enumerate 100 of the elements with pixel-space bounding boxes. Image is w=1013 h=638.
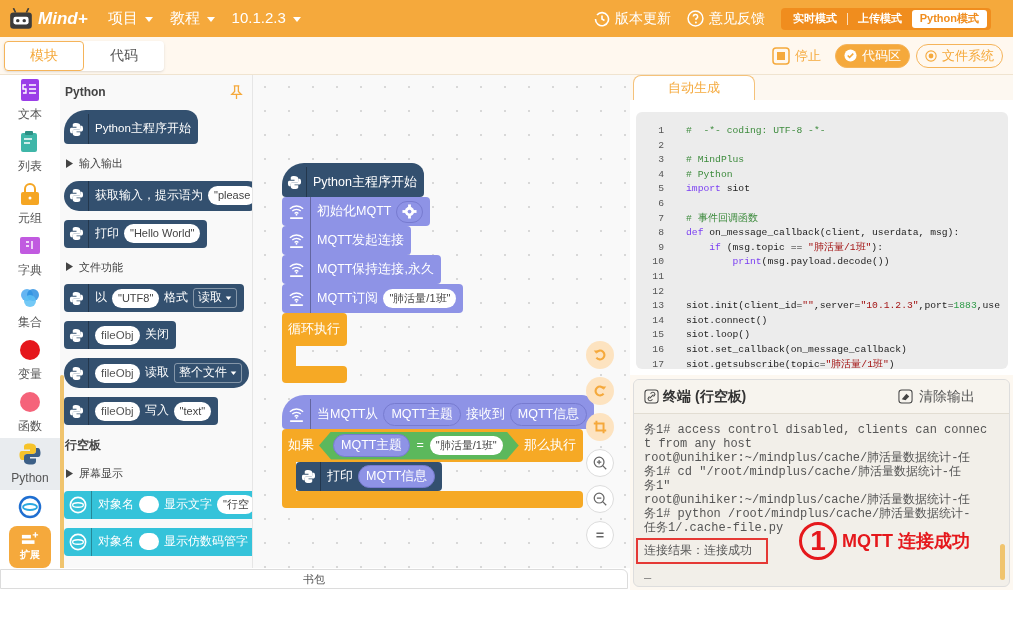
python-logo-icon	[69, 365, 84, 381]
question-icon	[686, 10, 704, 27]
code-block[interactable]: Python主程序开始	[64, 110, 198, 144]
code-block[interactable]: fileObj 关闭	[64, 321, 176, 349]
category-item[interactable]: 变量	[0, 334, 60, 387]
code-block[interactable]: 打印 MQTT信息	[296, 462, 443, 491]
section-label[interactable]: 文件功能	[79, 258, 123, 275]
circle-icon	[18, 389, 42, 414]
robot-logo-icon	[8, 7, 34, 30]
line-number: 6	[657, 196, 665, 211]
section-label[interactable]: 屏幕显示	[79, 465, 123, 482]
zoom-out-icon	[592, 491, 608, 507]
input-slot[interactable]	[139, 496, 159, 513]
stop-icon	[772, 46, 790, 65]
wifi-icon	[287, 261, 306, 278]
scrollbar[interactable]	[1000, 544, 1005, 580]
category-item[interactable]: 列表	[0, 126, 60, 179]
category-item[interactable]: Python	[0, 438, 60, 491]
canvas-tool-button[interactable]	[586, 449, 614, 477]
python-logo-icon	[287, 174, 302, 190]
line-number: 8	[657, 226, 665, 241]
text-input[interactable]: "肺活量/1班"	[429, 436, 503, 455]
palette-heading: 行空板	[65, 437, 101, 454]
code-line: if (msg.topic == "肺活量/1班"):	[708, 240, 883, 255]
line-number: 16	[651, 342, 665, 357]
code-block[interactable]: fileObj 写入 "text"	[64, 397, 219, 425]
wifi-icon	[287, 290, 306, 307]
code-block[interactable]: 对象名 显示文字 "行空	[64, 490, 252, 519]
variable-pill[interactable]: fileObj	[95, 401, 140, 421]
python-logo-icon	[301, 469, 316, 484]
line-number: 1	[657, 124, 665, 138]
category-item[interactable]: 函数	[0, 386, 60, 439]
ring-icon	[69, 532, 87, 551]
variable-pill[interactable]: fileObj	[95, 363, 140, 383]
text-input[interactable]: "text"	[173, 401, 212, 421]
redo-icon	[592, 383, 608, 399]
caret-icon	[229, 370, 237, 376]
category-item[interactable]: 集合	[0, 282, 60, 335]
code-block[interactable]: Python主程序开始	[282, 163, 424, 197]
view-tab[interactable]: 代码	[84, 40, 164, 71]
code-block[interactable]: fileObj 读取 整个文件	[64, 358, 249, 388]
blocks-plus-icon	[21, 532, 39, 545]
line-number: 17	[651, 357, 665, 369]
text-input[interactable]: "行空	[217, 495, 252, 514]
code-block[interactable]: MQTT订阅 "肺活量/1班"	[282, 284, 464, 313]
check-icon	[844, 49, 857, 62]
dropdown[interactable]: 整个文件	[173, 363, 242, 383]
triangle-icon[interactable]	[66, 158, 73, 168]
step-marker: 1	[799, 522, 837, 560]
category-item[interactable]: 元组	[0, 178, 60, 231]
text-input[interactable]: "UTF8"	[112, 288, 160, 308]
line-number: 7	[657, 211, 665, 226]
code-block[interactable]: 以 "UTF8" 格式 读取	[64, 284, 245, 312]
code-line: siot.set_callback(on_message_callback)	[686, 342, 907, 357]
code-block[interactable]: 获取输入，提示语为 "please	[64, 180, 252, 211]
category-item[interactable]: 文本	[0, 75, 60, 127]
canvas-tool-button[interactable]	[586, 377, 614, 405]
code-line: print(msg.payload.decode())	[731, 255, 890, 270]
category-item[interactable]: 字典	[0, 230, 60, 283]
code-line: import siot	[686, 182, 750, 197]
code-line: siot.getsubscribe(topic="肺活量/1班")	[686, 357, 895, 369]
canvas-tool-button[interactable]	[586, 485, 614, 513]
wifi-icon	[287, 203, 306, 220]
link-icon	[644, 389, 659, 404]
palette-heading: Python	[65, 84, 106, 101]
line-number: 5	[657, 182, 665, 197]
terminal-line: 务1# cd "/root/mindplus/cache/肺活量数据统计-任	[644, 465, 962, 479]
text-input[interactable]: "Hello World"	[124, 224, 201, 243]
terminal-line: 务1# python /root/mindplus/cache/肺活量数据统计-	[644, 507, 972, 521]
eraser-icon	[898, 389, 913, 404]
triangle-icon[interactable]	[66, 468, 73, 478]
line-number: 12	[651, 284, 665, 299]
caret-icon	[143, 14, 154, 23]
variable-pill[interactable]: fileObj	[95, 325, 140, 345]
line-number: 9	[657, 240, 665, 255]
input-slot[interactable]	[139, 533, 159, 550]
triangle-icon[interactable]	[66, 262, 73, 272]
clear-output-button[interactable]: 清除输出	[898, 386, 975, 407]
canvas-tool-button[interactable]	[586, 341, 614, 369]
dropdown[interactable]: 读取	[193, 288, 238, 308]
text-input[interactable]: "please	[208, 186, 252, 205]
condition-block[interactable]: MQTT主题 = "肺活量/1班"	[319, 431, 519, 460]
canvas-tool-button[interactable]	[586, 413, 614, 441]
line-number: 4	[657, 167, 665, 182]
python-logo-icon	[69, 121, 84, 137]
terminal-line: 任务1/.cache-file.py	[644, 521, 785, 535]
terminal-line: root@unihiker:~/mindplus/cache/肺活量数据统计-任	[644, 493, 972, 507]
section-label[interactable]: 输入输出	[79, 155, 123, 172]
code-block[interactable]: 打印 "Hello World"	[64, 219, 208, 248]
python-logo-icon	[18, 441, 42, 466]
pin-icon[interactable]	[229, 84, 244, 100]
line-number: 11	[651, 269, 665, 284]
block-header[interactable]: 如果 MQTT主题 = "肺活量/1班" 那么执行	[282, 429, 583, 462]
lock-icon	[18, 182, 42, 207]
wifi-icon	[287, 232, 306, 249]
python-logo-icon	[69, 226, 84, 241]
text-input[interactable]: "肺活量/1班"	[383, 289, 457, 308]
backpack-tab[interactable]: 书包	[0, 569, 628, 589]
canvas-tool-button[interactable]	[586, 521, 614, 549]
c-shaped-block[interactable]: 如果 MQTT主题 = "肺活量/1班" 那么执行 打印 MQTT信息	[282, 429, 583, 508]
